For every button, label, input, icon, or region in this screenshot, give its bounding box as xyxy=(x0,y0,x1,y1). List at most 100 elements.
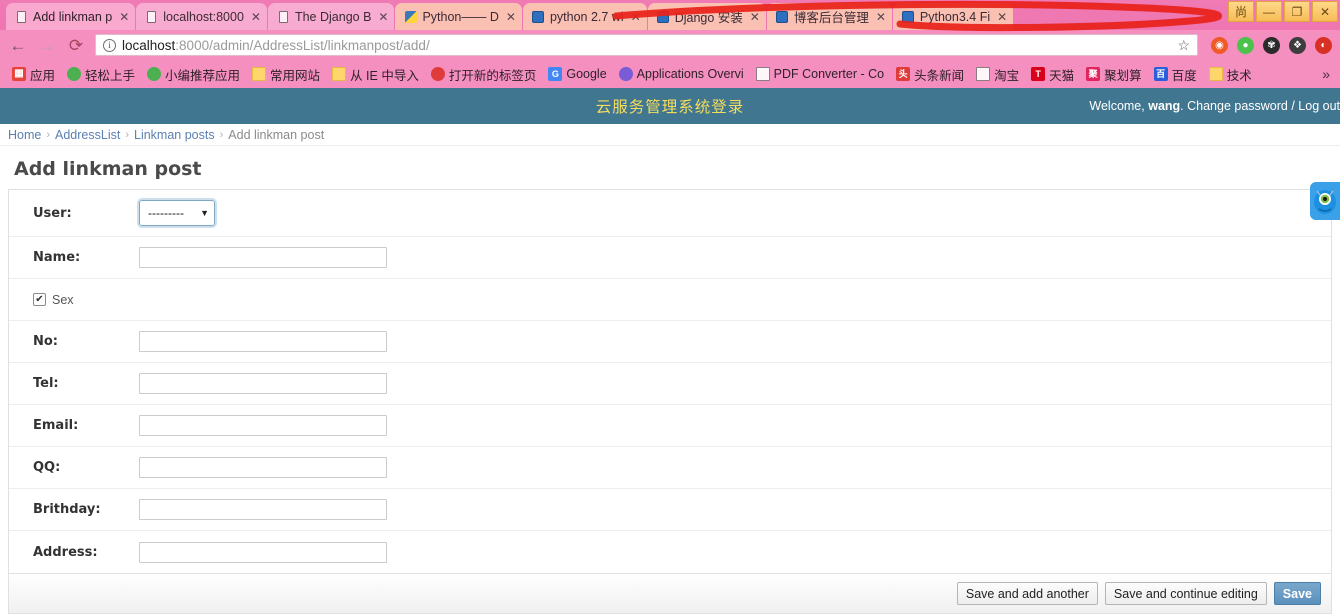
maximize-button[interactable]: ❐ xyxy=(1284,1,1310,22)
tab-close-icon[interactable]: ✕ xyxy=(748,10,760,24)
save-and-add-another-button[interactable]: Save and add another xyxy=(956,582,1098,605)
browser-tab[interactable]: Python—— D ✕ xyxy=(395,3,522,30)
bookmark-item[interactable]: 轻松上手 xyxy=(61,63,141,86)
label-email: Email: xyxy=(33,418,79,433)
page-icon xyxy=(145,10,158,23)
bookmark-item[interactable]: 常用网站 xyxy=(246,63,326,86)
bookmark-item[interactable]: 技术 xyxy=(1203,63,1258,86)
save-button[interactable]: Save xyxy=(1273,582,1321,605)
close-button[interactable]: ✕ xyxy=(1312,1,1338,22)
browser-tab[interactable]: Python3.4 Fi ✕ xyxy=(892,3,1014,30)
tab-close-icon[interactable]: ✕ xyxy=(995,10,1007,24)
monster-assistant-icon[interactable] xyxy=(1310,182,1340,220)
tab-title: Python—— D xyxy=(422,9,499,24)
breadcrumb-separator: › xyxy=(46,128,51,141)
input-tel[interactable] xyxy=(139,373,387,394)
bookmark-label: 从 IE 中导入 xyxy=(350,68,419,83)
bookmark-item[interactable]: 百百度 xyxy=(1148,63,1203,86)
bookmark-label: 技术 xyxy=(1226,68,1252,83)
bookmark-item[interactable]: 聚聚划算 xyxy=(1080,63,1148,86)
breadcrumb-item[interactable]: Linkman posts xyxy=(134,128,215,142)
add-linkman-form: User: --------- ▼ Name: ✔ Sex No: Tel: Email: QQ:… xyxy=(8,189,1332,574)
tab-title: Add linkman p xyxy=(33,9,113,24)
bookmark-label: 打开新的标签页 xyxy=(448,68,537,83)
shang-button[interactable]: 尚 xyxy=(1228,1,1254,22)
bookmark-label: 轻松上手 xyxy=(85,68,136,83)
bookmark-item[interactable]: PDF Converter - Co xyxy=(750,65,890,83)
tab-close-icon[interactable]: ✕ xyxy=(376,10,388,24)
back-icon[interactable]: ← xyxy=(8,37,28,54)
tmall-icon: T xyxy=(1031,67,1046,81)
bookmark-item[interactable]: Applications Overvi xyxy=(613,65,750,83)
input-brithday[interactable] xyxy=(139,499,387,520)
green-dot-extension-icon[interactable]: ● xyxy=(1237,36,1254,54)
tab-close-icon[interactable]: ✕ xyxy=(249,10,261,24)
tab-close-icon[interactable]: ✕ xyxy=(629,10,641,24)
label-brithday: Brithday: xyxy=(33,502,101,517)
breadcrumb-item[interactable]: AddressList xyxy=(55,128,120,142)
tab-close-icon[interactable]: ✕ xyxy=(117,10,129,24)
toutiao-icon: 头 xyxy=(896,67,911,81)
tab-close-icon[interactable]: ✕ xyxy=(874,10,886,24)
site-info-icon[interactable]: i xyxy=(103,38,116,52)
chrome-icon xyxy=(147,67,162,81)
minimize-button[interactable]: — xyxy=(1256,1,1282,22)
browser-tab[interactable]: localhost:8000 ✕ xyxy=(136,3,267,30)
input-email[interactable] xyxy=(139,415,387,436)
bookmark-label: Google xyxy=(566,67,607,81)
browser-tab[interactable]: Add linkman p ✕ xyxy=(6,3,136,30)
label-tel: Tel: xyxy=(33,376,59,391)
input-no[interactable] xyxy=(139,331,387,352)
taobao-icon xyxy=(976,67,991,81)
bookmark-item[interactable]: 打开新的标签页 xyxy=(425,63,543,86)
bookmark-item[interactable]: 小编推荐应用 xyxy=(141,63,246,86)
reload-icon[interactable]: ⟳ xyxy=(66,37,86,54)
bookmark-label: 百度 xyxy=(1171,68,1197,83)
window-controls: 尚 — ❐ ✕ xyxy=(1228,1,1338,22)
form-row-tel: Tel: xyxy=(9,363,1331,405)
user-tools-links[interactable]: . Change password / Log out xyxy=(1180,99,1340,113)
red-circle-icon xyxy=(430,67,445,81)
red-extension-icon[interactable]: ◐ xyxy=(1315,36,1332,54)
input-name[interactable] xyxy=(139,247,387,268)
bookmarks-overflow-icon[interactable]: » xyxy=(1322,66,1334,82)
select-user[interactable]: --------- ▼ xyxy=(137,198,217,228)
form-row-address: Address: xyxy=(9,531,1331,573)
form-row-user: User: --------- ▼ xyxy=(9,190,1331,237)
input-qq[interactable] xyxy=(139,457,387,478)
shang-glyph: 尚 xyxy=(1234,5,1247,19)
bookmark-label: 应用 xyxy=(30,68,56,83)
evernote-extension-icon[interactable]: ❖ xyxy=(1289,36,1306,54)
bookmark-item[interactable]: G Google xyxy=(542,65,612,83)
app-icon xyxy=(657,10,670,23)
breadcrumb-item[interactable]: Home xyxy=(8,128,41,142)
bookmark-item[interactable]: 淘宝 xyxy=(970,63,1025,86)
url-path: :8000/admin/AddressList/linkmanpost/add/ xyxy=(175,37,430,53)
tab-title: Django 安装 xyxy=(674,11,743,25)
checkbox-sex[interactable]: ✔ xyxy=(33,293,46,306)
bookmark-star-icon[interactable]: ☆ xyxy=(1177,37,1190,54)
bookmark-item[interactable]: 从 IE 中导入 xyxy=(326,63,425,86)
gear-extension-icon[interactable]: ✾ xyxy=(1263,36,1280,54)
form-row-sex: ✔ Sex xyxy=(9,279,1331,321)
bookmark-label: 聚划算 xyxy=(1104,68,1142,83)
label-user: User: xyxy=(33,205,72,221)
tab-close-icon[interactable]: ✕ xyxy=(504,10,516,24)
browser-tab[interactable]: Django 安装 ✕ xyxy=(647,3,766,30)
app-icon xyxy=(902,10,915,23)
folder-icon xyxy=(332,67,347,81)
bookmark-item[interactable]: ▦ 应用 xyxy=(6,63,61,86)
forward-icon[interactable]: → xyxy=(37,37,57,54)
input-address[interactable] xyxy=(139,541,387,563)
browser-tab[interactable]: 博客后台管理 ✕ xyxy=(766,3,892,30)
breadcrumb-separator: › xyxy=(219,128,224,141)
browser-tab[interactable]: python 2.7 wi ✕ xyxy=(522,3,647,30)
bookmark-item[interactable]: T 天猫 xyxy=(1025,63,1080,86)
bookmark-item[interactable]: 头头条新闻 xyxy=(890,63,970,86)
form-row-brithday: Brithday: xyxy=(9,489,1331,531)
bookmark-label: PDF Converter - Co xyxy=(773,67,885,81)
address-bar[interactable]: i localhost:8000/admin/AddressList/linkm… xyxy=(95,34,1198,56)
save-and-continue-editing-button[interactable]: Save and continue editing xyxy=(1104,582,1267,605)
owl-extension-icon[interactable]: ◉ xyxy=(1211,36,1228,54)
browser-tab[interactable]: The Django B ✕ xyxy=(267,3,395,30)
